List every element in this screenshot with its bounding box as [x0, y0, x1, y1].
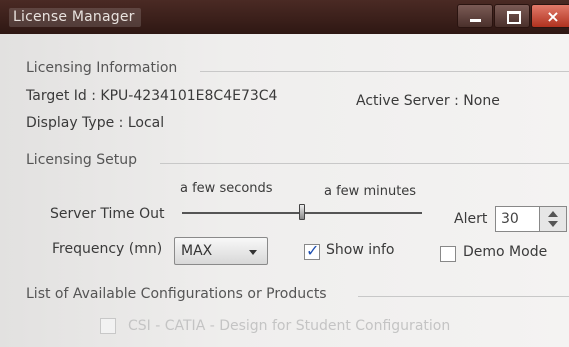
configuration-checkbox[interactable] [100, 318, 116, 334]
display-type-label: Display Type : Local [26, 115, 165, 131]
slider-max-label: a few minutes [324, 184, 417, 199]
server-timeout-label: Server Time Out [50, 206, 165, 222]
minimize-icon [470, 19, 481, 22]
demo-mode-checkbox[interactable] [440, 246, 456, 262]
frequency-value: MAX [181, 243, 213, 259]
alert-spin-buttons[interactable] [539, 207, 566, 231]
spin-down-icon[interactable] [548, 221, 558, 227]
alert-spinbox[interactable]: 30 [495, 206, 567, 232]
licensing-setup-title: Licensing Setup [26, 152, 138, 168]
frequency-select[interactable]: MAX [174, 237, 268, 265]
group-divider [200, 71, 569, 72]
spin-up-icon[interactable] [548, 211, 558, 217]
active-server-label: Active Server : None [356, 93, 500, 109]
chevron-down-icon [249, 250, 257, 255]
slider-thumb[interactable] [299, 204, 305, 220]
alert-label: Alert [454, 211, 488, 227]
close-icon: × [546, 7, 560, 26]
group-divider [160, 163, 569, 164]
window-content: Licensing Information Target Id : KPU-42… [0, 34, 569, 347]
slider-min-label: a few seconds [180, 181, 273, 196]
maximize-button[interactable] [494, 4, 530, 28]
group-divider [358, 296, 569, 297]
show-info-label[interactable]: Show info [326, 242, 394, 258]
title-bar[interactable]: License Manager × [0, 0, 569, 34]
window-title: License Manager [9, 8, 141, 27]
minimize-button[interactable] [457, 4, 493, 28]
license-manager-window: License Manager × Licensing Information … [0, 0, 569, 347]
licensing-information-title: Licensing Information [26, 60, 178, 76]
frequency-label: Frequency (mn) [52, 241, 163, 257]
maximize-icon [507, 11, 521, 24]
target-id-label: Target Id : KPU-4234101E8C4E73C4 [26, 88, 278, 104]
close-button[interactable]: × [531, 4, 569, 28]
demo-mode-label[interactable]: Demo Mode [463, 244, 547, 260]
configuration-item-label[interactable]: CSI - CATIA - Design for Student Configu… [128, 318, 450, 334]
show-info-checkbox[interactable] [304, 241, 320, 260]
alert-value: 30 [501, 211, 519, 227]
configurations-title: List of Available Configurations or Prod… [26, 286, 327, 302]
